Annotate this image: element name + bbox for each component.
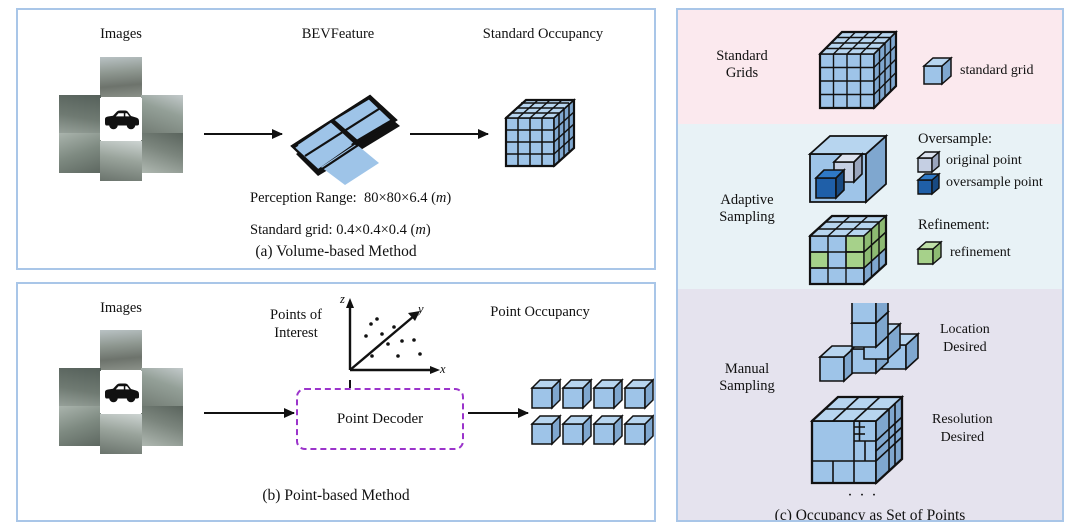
refinement-legend-title: Refinement:: [918, 217, 990, 233]
resolution-desired-line1: Resolution: [932, 412, 993, 427]
refinement-legend-cube: [916, 240, 943, 266]
camera-image-front: [100, 330, 142, 370]
axis-arrow-x: [430, 366, 440, 374]
bev-feature-plane: [290, 94, 400, 185]
standard-grid-legend-cube: [922, 56, 953, 86]
camera-image-right-upper: [141, 95, 183, 135]
panel-volume-based-method: Images BEVFeature Standard Occupancy Per…: [16, 8, 656, 270]
ego-vehicle-icon: [100, 98, 142, 140]
point-decoder-label: Point Decoder: [336, 410, 424, 427]
original-point-legend-cube: [916, 150, 941, 174]
camera-image-rear: [100, 414, 142, 454]
location-desired-line2: Desired: [943, 339, 987, 355]
arrow-bev-to-occupancy: [410, 128, 489, 139]
camera-image-right-lower: [141, 406, 183, 446]
resolution-desired-line2: Desired: [940, 429, 985, 445]
adaptive-sampling-label-line2: Sampling: [719, 209, 775, 226]
oversample-point-legend-cube: [916, 172, 941, 196]
oversample-point-legend-label: oversample point: [946, 175, 1043, 190]
camera-image-front: [100, 57, 142, 97]
panel-b-caption: (b) Point-based Method: [262, 487, 410, 504]
perception-range-value: 80×80×6.4 (: [363, 190, 436, 206]
panel-c-caption: (c) Occupancy as Set of Points: [774, 507, 966, 522]
point-occupancy-cubes: [530, 378, 654, 446]
perception-range-note: Perception Range: 80×80×6.4 (m): [250, 190, 452, 206]
oversample-point-cube: [814, 168, 846, 200]
camera-image-montage: [59, 57, 183, 181]
points-of-interest-line1: Points of: [270, 307, 322, 323]
original-point-legend-label: original point: [946, 153, 1022, 168]
location-desired-line1: Location: [940, 322, 990, 337]
manual-sampling-label-line1: Manual: [724, 361, 770, 377]
point-decoder-box: Point Decoder: [296, 388, 464, 450]
oversample-cube: [807, 133, 889, 205]
panel-occupancy-as-set-of-points: Standard Grids standard grid Adaptive Sa…: [676, 8, 1064, 522]
camera-image-rear: [100, 141, 142, 181]
camera-image-right-lower: [141, 133, 183, 173]
standard-grid-value: 0.4×0.4×0.4 (: [336, 222, 416, 238]
standard-grid-label: Standard grid:: [250, 222, 333, 238]
camera-image-left-upper: [59, 95, 101, 135]
panel-a-occupancy-title: Standard Occupancy: [482, 26, 604, 42]
car-glyph: [105, 110, 139, 130]
panel-a-bev-title: BEVFeature: [301, 26, 375, 42]
panel-point-based-method: Images Points of Interest Point Occupanc…: [16, 282, 656, 522]
camera-image-montage-b: [59, 330, 183, 454]
axis-arrow-z: [346, 298, 354, 308]
manual-sampling-label: Manual Sampling: [692, 361, 802, 396]
points-of-interest-line2: Interest: [274, 325, 318, 342]
standard-grids-label-line2: Grids: [725, 65, 759, 82]
car-glyph: [105, 383, 139, 403]
points-of-interest-title: Points of Interest: [250, 306, 342, 342]
camera-image-left-upper: [59, 368, 101, 408]
camera-image-left-lower: [59, 406, 101, 446]
arrow-images-to-bev: [204, 128, 283, 139]
standard-grids-label-line1: Standard: [716, 48, 768, 64]
adaptive-sampling-label: Adaptive Sampling: [692, 192, 802, 227]
location-desired-cubes: [817, 303, 921, 383]
standard-grid-note: Standard grid: 0.4×0.4×0.4 (m): [250, 222, 431, 238]
panel-a-images-title: Images: [100, 26, 142, 42]
coordinate-axes-with-points: [346, 298, 440, 374]
panel-b-images-title: Images: [100, 300, 142, 316]
section-adaptive-sampling: Adaptive Sampling Oversample: original p…: [678, 124, 1062, 289]
standard-grid-unit: m: [415, 222, 426, 238]
refinement-legend-label: refinement: [950, 245, 1011, 260]
figure-root: Images BEVFeature Standard Occupancy Per…: [0, 0, 1080, 530]
standard-grids-label: Standard Grids: [692, 48, 792, 83]
perception-range-label: Perception Range:: [250, 190, 357, 206]
arrow-decoder-to-occupancy: [468, 407, 529, 418]
point-occupancy-title: Point Occupancy: [490, 304, 590, 320]
axis-label-z: z: [340, 292, 345, 306]
resolution-desired-cube: [809, 395, 905, 485]
camera-image-left-lower: [59, 133, 101, 173]
manual-sampling-ellipsis: ∙ ∙ ∙: [848, 487, 878, 504]
refinement-cube: [807, 214, 889, 286]
ego-vehicle-icon: [100, 371, 142, 413]
axis-label-x: x: [440, 362, 446, 376]
standard-grids-cube: [818, 30, 898, 110]
section-manual-sampling: Manual Sampling Location Desired Resolut…: [678, 289, 1062, 520]
oversample-legend-title: Oversample:: [918, 131, 993, 147]
axis-label-y: y: [418, 302, 424, 316]
standard-occupancy-cube: [503, 98, 577, 168]
arrow-images-to-decoder: [204, 407, 295, 418]
perception-range-unit: m: [435, 190, 447, 206]
camera-image-right-upper: [141, 368, 183, 408]
resolution-desired-label: Resolution Desired: [932, 411, 993, 446]
adaptive-sampling-label-line1: Adaptive: [720, 192, 774, 208]
standard-grid-legend-label: standard grid: [960, 63, 1034, 78]
manual-sampling-label-line2: Sampling: [719, 378, 775, 395]
section-standard-grids: Standard Grids standard grid: [678, 10, 1062, 124]
panel-a-caption: (a) Volume-based Method: [255, 243, 417, 260]
location-desired-label: Location Desired: [940, 321, 990, 356]
